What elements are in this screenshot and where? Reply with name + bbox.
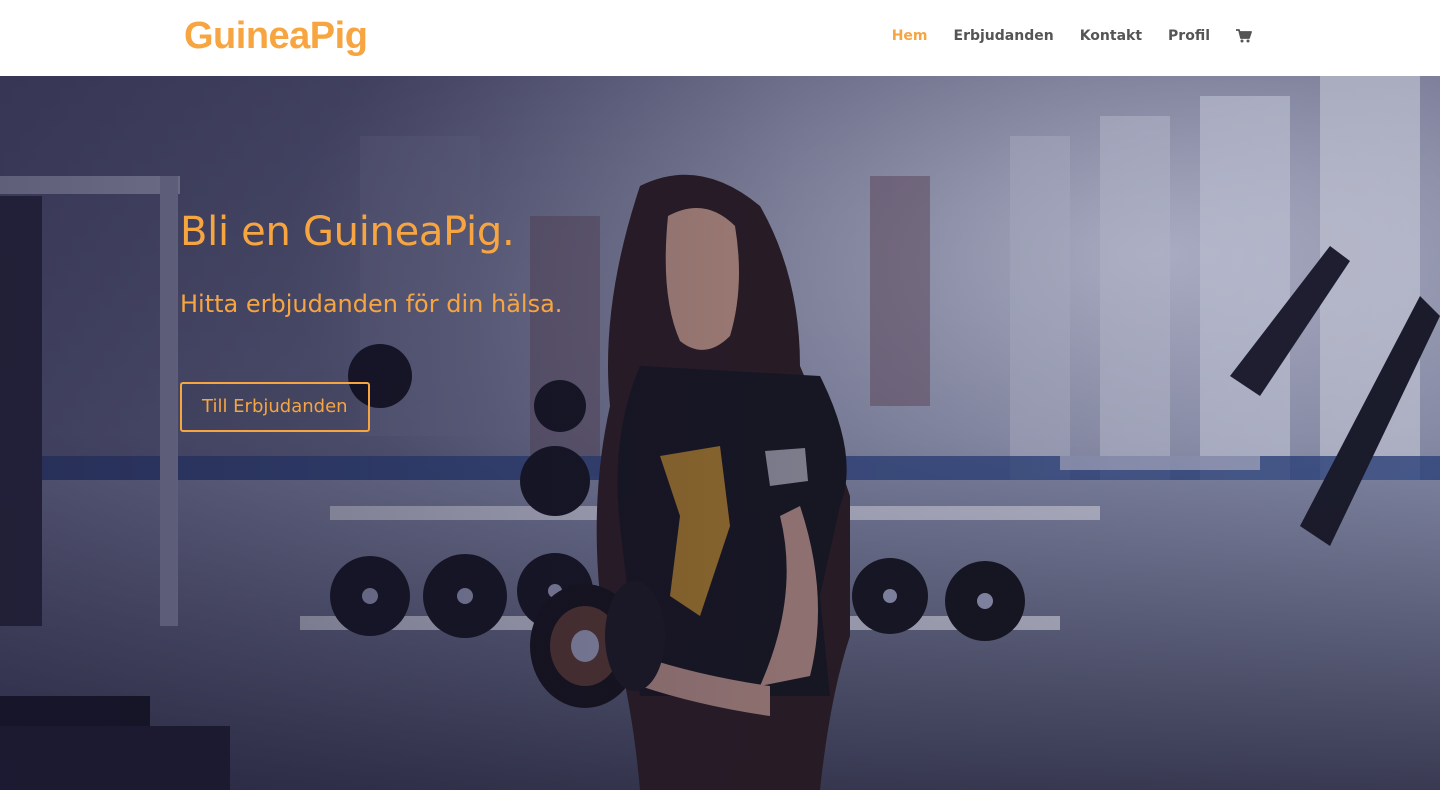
shopping-cart-icon[interactable] bbox=[1236, 29, 1252, 43]
hero-section: Bli en GuineaPig. Hitta erbjudanden för … bbox=[0, 76, 1440, 790]
hero-subtitle: Hitta erbjudanden för din hälsa. bbox=[180, 290, 563, 318]
cta-button-erbjudanden[interactable]: Till Erbjudanden bbox=[180, 382, 370, 432]
nav-item-hem[interactable]: Hem bbox=[892, 24, 928, 48]
nav-item-profil[interactable]: Profil bbox=[1168, 24, 1210, 48]
site-logo[interactable]: GuineaPig bbox=[184, 14, 368, 58]
main-navigation: Hem Erbjudanden Kontakt Profil bbox=[892, 24, 1252, 48]
nav-item-erbjudanden[interactable]: Erbjudanden bbox=[954, 24, 1054, 48]
hero-title: Bli en GuineaPig. bbox=[180, 209, 515, 255]
hero-content: Bli en GuineaPig. Hitta erbjudanden för … bbox=[180, 208, 880, 432]
nav-item-kontakt[interactable]: Kontakt bbox=[1080, 24, 1142, 48]
hero-overlay bbox=[0, 76, 1440, 790]
site-header: GuineaPig Hem Erbjudanden Kontakt Profil bbox=[0, 0, 1440, 76]
